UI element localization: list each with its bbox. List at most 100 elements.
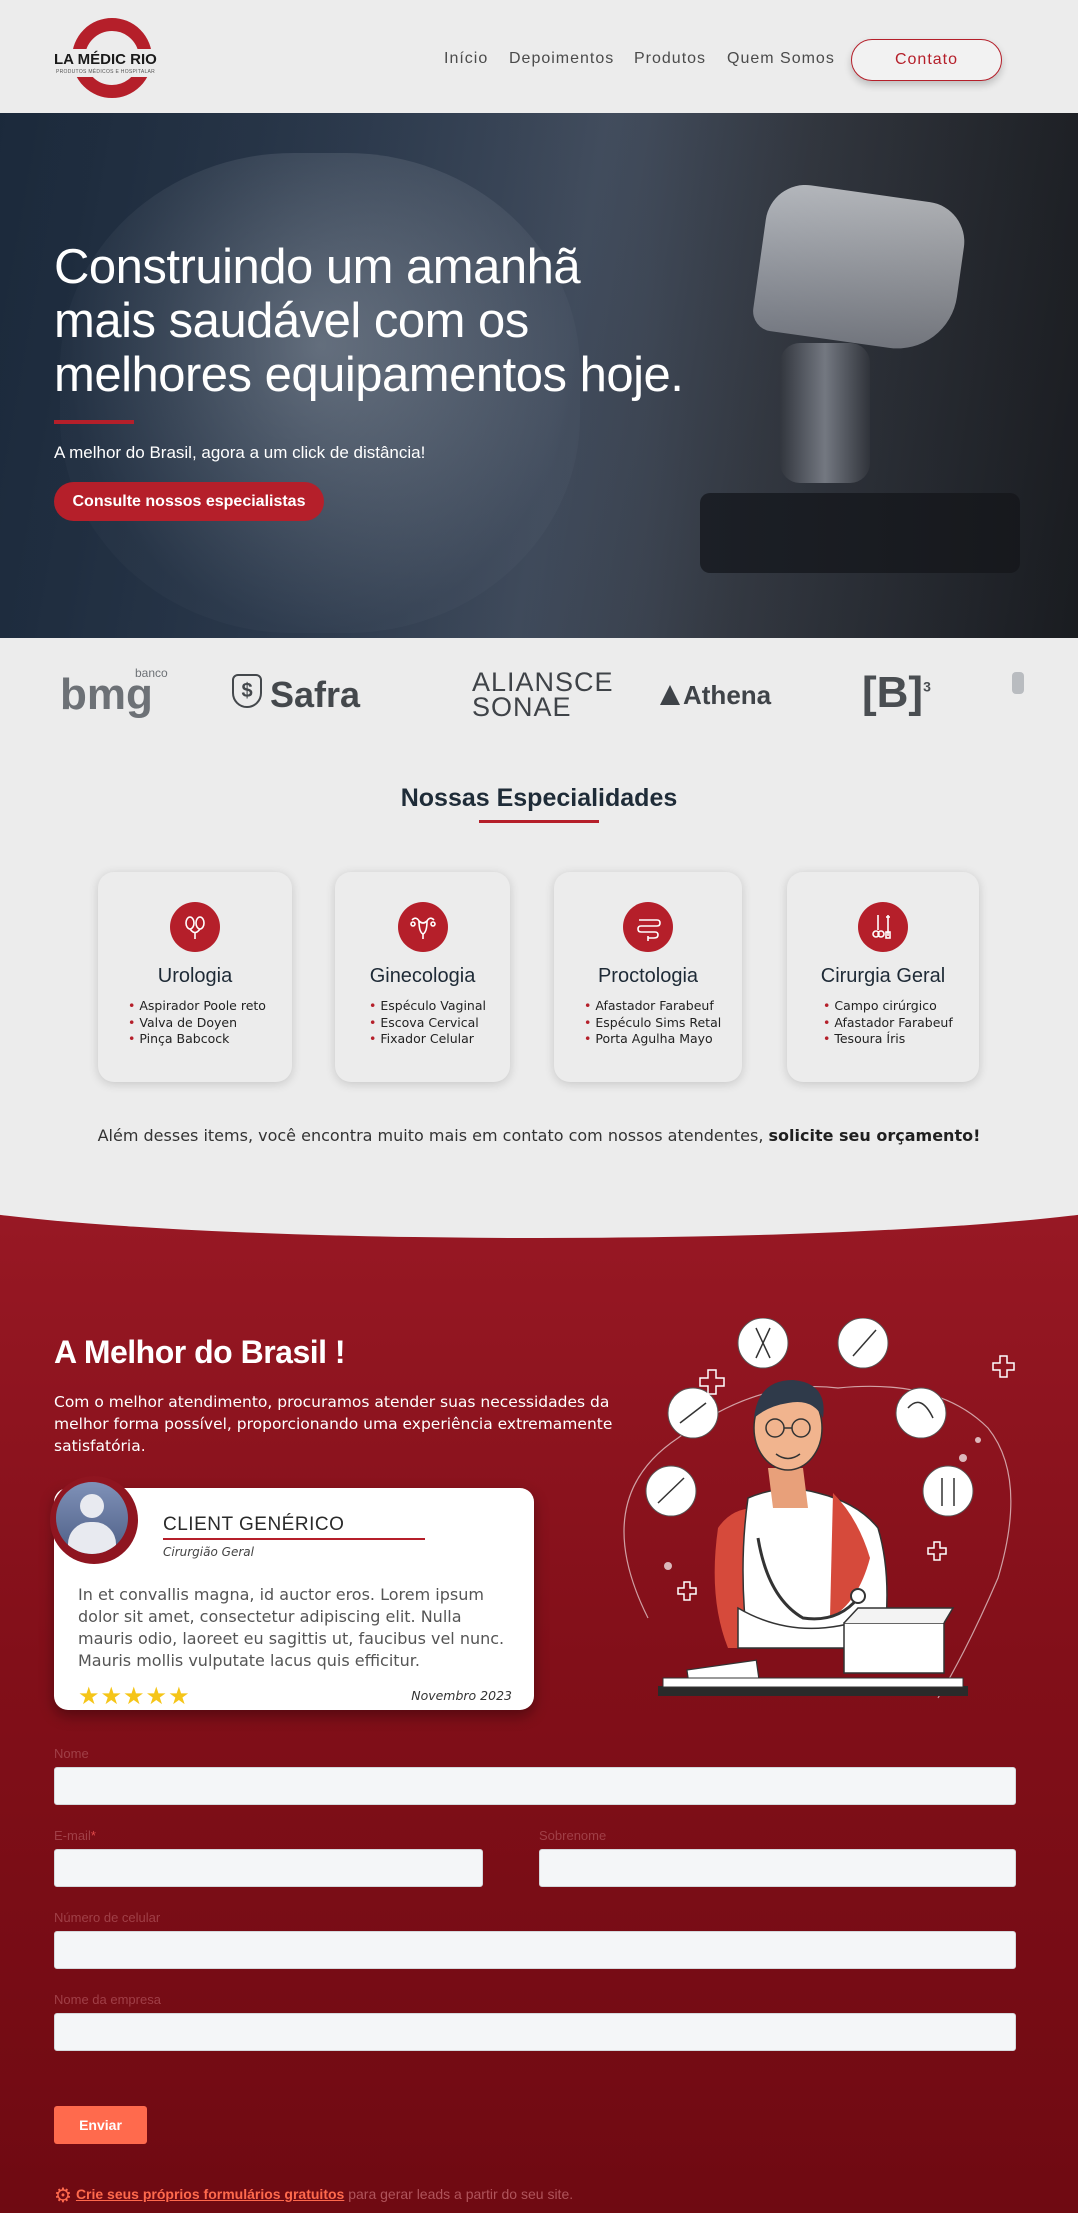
testimonial-name-underline — [163, 1538, 425, 1540]
star-rating-icon: ★★★★★ — [78, 1682, 191, 1710]
card-title: Urologia — [157, 965, 233, 987]
list-item: Tesoura Íris — [823, 1031, 953, 1048]
hero-title-line: mais saudável com os — [54, 294, 529, 348]
list-item: Aspirador Poole reto — [128, 998, 266, 1015]
athena-triangle-icon — [660, 685, 680, 705]
partner-logo-b3: [B]3 — [862, 668, 931, 718]
quote-request-lead: Além desses items, você encontra muito m… — [97, 1126, 769, 1145]
hero-divider — [54, 420, 134, 424]
list-item: Fixador Celular — [369, 1031, 486, 1048]
best-title: A Melhor do Brasil ! — [54, 1334, 346, 1370]
list-item: Escova Cervical — [369, 1015, 486, 1032]
surgical-tools-icon — [858, 902, 908, 952]
hubspot-icon: ⚙ — [54, 2185, 72, 2207]
testimonial-card: CLIENT GENÉRICO Cirurgião Geral In et co… — [50, 1476, 534, 1710]
card-item-list: Afastador Farabeuf Espéculo Sims Retal P… — [584, 998, 721, 1048]
avatar-body — [68, 1522, 116, 1554]
page: LA MÉDIC RIO PRODUTOS MÉDICOS E HOSPITAL… — [0, 0, 1078, 2213]
hero-section: Construindo um amanhã mais saudável com … — [0, 113, 1078, 638]
list-item: Porta Agulha Mayo — [584, 1031, 721, 1048]
safra-seal-icon: $ — [232, 674, 262, 708]
contact-button[interactable]: Contato — [851, 39, 1002, 81]
safra-wordmark: Safra — [270, 674, 361, 715]
email-field-label: E-mail* — [54, 1828, 96, 1843]
hero-title: Construindo um amanhã mais saudável com … — [54, 240, 774, 402]
phone-field[interactable] — [54, 1931, 1016, 1969]
company-field-label: Nome da empresa — [54, 1992, 161, 2007]
form-footer-text: para gerar leads a partir do seu site. — [344, 2186, 574, 2202]
nav-produtos[interactable]: Produtos — [634, 50, 706, 68]
site-header: LA MÉDIC RIO PRODUTOS MÉDICOS E HOSPITAL… — [0, 0, 1078, 113]
card-title: Cirurgia Geral — [820, 965, 946, 987]
b3-wordmark: [B] — [862, 668, 924, 717]
card-item-list: Campo cirúrgico Afastador Farabeuf Tesou… — [823, 998, 953, 1048]
partner-logo-safra: $ Safra — [232, 674, 360, 716]
card-title: Ginecologia — [369, 965, 476, 987]
specialty-card-urologia[interactable]: Urologia Aspirador Poole reto Valva de D… — [98, 872, 292, 1082]
partners-carousel: bmg banco $ Safra ALIANSCE SONAE Athena [… — [0, 638, 1078, 750]
quote-request-text: Além desses items, você encontra muito m… — [0, 1126, 1078, 1145]
b3-sup: 3 — [923, 678, 931, 695]
partner-logo-partial — [1012, 672, 1024, 694]
surname-field[interactable] — [539, 1849, 1016, 1887]
partner-logo-athena: Athena — [660, 680, 771, 711]
hero-title-line: melhores equipamentos hoje. — [54, 348, 684, 402]
list-item: Campo cirúrgico — [823, 998, 953, 1015]
quote-request-link[interactable]: solicite seu orçamento! — [769, 1126, 981, 1145]
testimonial-role: Cirurgião Geral — [163, 1545, 254, 1559]
list-item: Afastador Farabeuf — [584, 998, 721, 1015]
nav-depoimentos[interactable]: Depoimentos — [509, 50, 614, 68]
testimonial-name: CLIENT GENÉRICO — [163, 1514, 345, 1535]
partner-logo-aliansce-sonae: ALIANSCE SONAE — [472, 669, 614, 722]
list-item: Valva de Doyen — [128, 1015, 266, 1032]
urology-icon — [170, 902, 220, 952]
uterus-icon — [398, 902, 448, 952]
nav-quem-somos[interactable]: Quem Somos — [727, 50, 835, 68]
sonae-line: SONAE — [472, 692, 572, 722]
user-avatar-icon — [56, 1482, 128, 1554]
list-item: Espéculo Sims Retal — [584, 1015, 721, 1032]
logo-text: LA MÉDIC RIO — [54, 51, 157, 68]
testimonial-date: Novembro 2023 — [411, 1688, 512, 1703]
section-curve — [0, 1208, 1078, 1238]
logo[interactable]: LA MÉDIC RIO PRODUTOS MÉDICOS E HOSPITAL… — [54, 18, 174, 102]
athena-wordmark: Athena — [683, 680, 772, 710]
testimonial-quote: In et convallis magna, id auctor eros. L… — [78, 1585, 505, 1670]
required-marker: * — [90, 1828, 96, 1843]
email-label-text: E-mail — [54, 1828, 91, 1843]
best-in-brazil-section: A Melhor do Brasil ! Com o melhor atendi… — [0, 1208, 1078, 2213]
surname-field-label: Sobrenome — [539, 1828, 607, 1843]
specialties-divider — [479, 820, 599, 823]
list-item: Espéculo Vaginal — [369, 998, 486, 1015]
name-field-label: Nome — [54, 1746, 89, 1761]
submit-button[interactable]: Enviar — [54, 2106, 147, 2144]
hero-title-line: Construindo um amanhã — [54, 240, 581, 294]
avatar-head — [80, 1494, 104, 1518]
doctor-illustration — [608, 1317, 1028, 1728]
specialty-card-cirurgia-geral[interactable]: Cirurgia Geral Campo cirúrgico Afastador… — [787, 872, 979, 1082]
hero-subtitle: A melhor do Brasil, agora a um click de … — [54, 443, 426, 462]
phone-field-label: Número de celular — [54, 1910, 161, 1925]
nav-inicio[interactable]: Início — [444, 50, 488, 68]
bmg-banco-label: banco — [135, 666, 168, 680]
form-footer: ⚙ Crie seus próprios formulários gratuito… — [54, 2183, 573, 2208]
doctor-illustration-svg — [623, 1317, 1015, 1699]
company-field[interactable] — [54, 2013, 1016, 2051]
free-forms-link[interactable]: Crie seus próprios formulários gratuitos — [76, 2186, 344, 2202]
specialty-card-ginecologia[interactable]: Ginecologia Espéculo Vaginal Escova Cerv… — [335, 872, 510, 1082]
avatar — [50, 1476, 138, 1564]
card-title: Proctologia — [597, 965, 699, 987]
name-field[interactable] — [54, 1767, 1016, 1805]
partner-logo-bmg: bmg banco — [60, 666, 168, 720]
list-item: Afastador Farabeuf — [823, 1015, 952, 1032]
card-item-list: Aspirador Poole reto Valva de Doyen Pinç… — [128, 998, 266, 1048]
card-item-list: Espéculo Vaginal Escova Cervical Fixador… — [369, 998, 486, 1048]
specialties-title: Nossas Especialidades — [400, 784, 678, 812]
logo-subtitle: PRODUTOS MÉDICOS E HOSPITALAR — [56, 69, 156, 75]
email-field[interactable] — [54, 1849, 483, 1887]
best-description: Com o melhor atendimento, procuramos ate… — [54, 1393, 613, 1455]
specialists-cta-button[interactable]: Consulte nossos especialistas — [54, 482, 324, 521]
list-item: Pinça Babcock — [128, 1031, 266, 1048]
intestine-icon — [623, 902, 673, 952]
specialty-card-proctologia[interactable]: Proctologia Afastador Farabeuf Espéculo … — [554, 872, 742, 1082]
